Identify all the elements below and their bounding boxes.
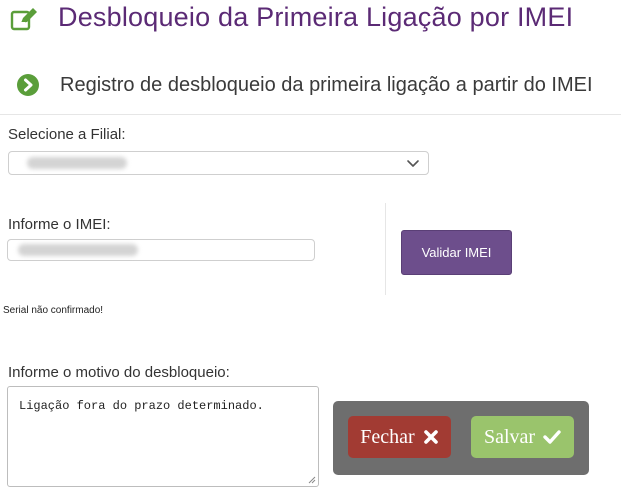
page-title: Desbloqueio da Primeira Ligação por IMEI bbox=[58, 2, 574, 32]
filial-value-redacted bbox=[27, 157, 127, 169]
close-icon bbox=[423, 430, 438, 444]
chevron-down-icon bbox=[407, 160, 419, 167]
filial-label: Selecione a Filial: bbox=[8, 126, 126, 143]
action-panel: Fechar Salvar bbox=[333, 401, 589, 475]
validate-imei-button[interactable]: Validar IMEI bbox=[401, 230, 512, 275]
close-button[interactable]: Fechar bbox=[348, 416, 451, 458]
resize-grip-icon[interactable] bbox=[308, 476, 316, 484]
imei-label: Informe o IMEI: bbox=[8, 216, 111, 233]
reason-textarea[interactable]: Ligação fora do prazo determinado. bbox=[7, 386, 319, 487]
check-icon bbox=[543, 430, 561, 444]
header-divider bbox=[0, 114, 621, 115]
chevron-right-circle-icon bbox=[17, 74, 39, 96]
save-button-label: Salvar bbox=[483, 425, 536, 448]
imei-input[interactable] bbox=[7, 239, 315, 261]
serial-status-message: Serial não confirmado! bbox=[3, 305, 104, 316]
imei-value-redacted bbox=[18, 244, 138, 256]
save-button[interactable]: Salvar bbox=[471, 416, 574, 458]
page-subtitle: Registro de desbloqueio da primeira liga… bbox=[60, 74, 593, 96]
reason-text: Ligação fora do prazo determinado. bbox=[19, 399, 264, 413]
edit-icon bbox=[10, 8, 37, 31]
vertical-divider bbox=[385, 203, 386, 295]
reason-label: Informe o motivo do desbloqueio: bbox=[8, 364, 230, 381]
close-button-label: Fechar bbox=[360, 425, 415, 448]
filial-select[interactable] bbox=[8, 151, 429, 175]
